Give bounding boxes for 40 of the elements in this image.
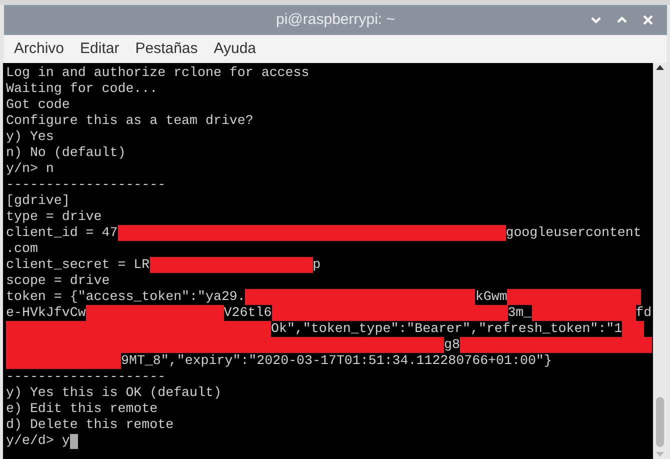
terminal-line: p	[312, 257, 321, 273]
terminal-line: kGwm	[475, 289, 508, 305]
terminal-line: e-HVkJfvCw	[6, 305, 86, 321]
terminal-line: googleusercontent	[506, 225, 642, 241]
terminal-line: --------------------	[6, 369, 166, 385]
terminal-line: d) Delete this remote	[6, 417, 174, 433]
terminal-line: 3m_	[508, 305, 532, 321]
terminal-line: Got code	[6, 97, 70, 113]
terminal-line: client_secret = LR	[6, 257, 150, 273]
terminal-line: y) Yes this is OK (default)	[6, 385, 222, 401]
scrollbar[interactable]	[653, 63, 667, 459]
terminal-line: Log in and authorize rclone for access	[6, 65, 310, 81]
terminal-line: fd	[636, 305, 652, 321]
terminal-line: --------------------	[6, 177, 166, 193]
terminal-line: e) Edit this remote	[6, 401, 158, 417]
terminal-line: y/n> n	[6, 161, 54, 177]
terminal-line: type = drive	[6, 209, 102, 225]
terminal-line: Ok","token_type":"Bearer","refresh_token":"1	[271, 321, 622, 337]
terminal-line: client_id = 47	[6, 225, 118, 241]
terminal-line: .com	[6, 241, 38, 257]
window-title: pi@raspberrypi: ~	[276, 10, 396, 30]
terminal-line: Configure this as a team drive?	[6, 113, 254, 129]
menu-item[interactable]: Pestañas	[135, 38, 198, 60]
menu-item[interactable]: Ayuda	[214, 38, 256, 60]
terminal-line: V26tl6	[224, 305, 272, 321]
menu-item[interactable]: Editar	[80, 38, 120, 60]
terminal-line: 9MT_8","expiry":"2020-03-17T01:51:34.112280766+01:00"}	[121, 353, 552, 369]
scroll-thumb[interactable]	[656, 397, 664, 447]
terminal-line: y) Yes	[6, 129, 54, 145]
terminal-line: n) No (default)	[6, 145, 126, 161]
scroll-up-icon[interactable]	[655, 63, 665, 71]
terminal-line: y/e/d> y	[6, 433, 70, 449]
terminal-line: Waiting for code...	[6, 81, 158, 97]
close-icon[interactable]	[641, 13, 655, 27]
terminal-line: [gdrive]	[6, 193, 70, 209]
terminal-line: g8	[444, 337, 460, 353]
menu-item[interactable]: Archivo	[14, 38, 64, 60]
terminal-line: token = {"access_token":"ya29.	[6, 289, 246, 305]
terminal-line: scope = drive	[6, 273, 110, 289]
scroll-down-icon[interactable]	[655, 451, 665, 459]
